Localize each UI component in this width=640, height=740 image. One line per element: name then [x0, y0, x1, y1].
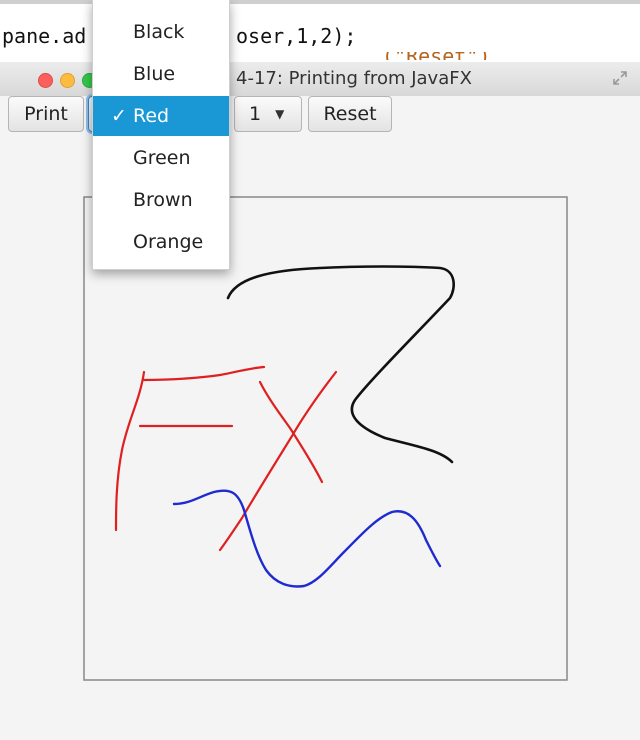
menu-item-label: Orange: [133, 231, 204, 253]
menu-item-red[interactable]: ✓ Red: [93, 96, 229, 136]
menu-item-black[interactable]: Black: [93, 12, 229, 52]
menu-item-label: Brown: [133, 189, 193, 211]
menu-item-brown[interactable]: Brown: [93, 180, 229, 220]
menu-item-label: Black: [133, 21, 185, 43]
menu-item-green[interactable]: Green: [93, 138, 229, 178]
menu-item-label: Blue: [133, 63, 176, 85]
checkmark-icon: ✓: [111, 105, 127, 127]
color-dropdown-menu: Black Blue ✓ Red Green Brown Orange: [92, 0, 230, 270]
menu-item-blue[interactable]: Blue: [93, 54, 229, 94]
menu-item-label: Green: [133, 147, 191, 169]
menu-item-label: Red: [133, 105, 170, 127]
menu-item-orange[interactable]: Orange: [93, 222, 229, 262]
